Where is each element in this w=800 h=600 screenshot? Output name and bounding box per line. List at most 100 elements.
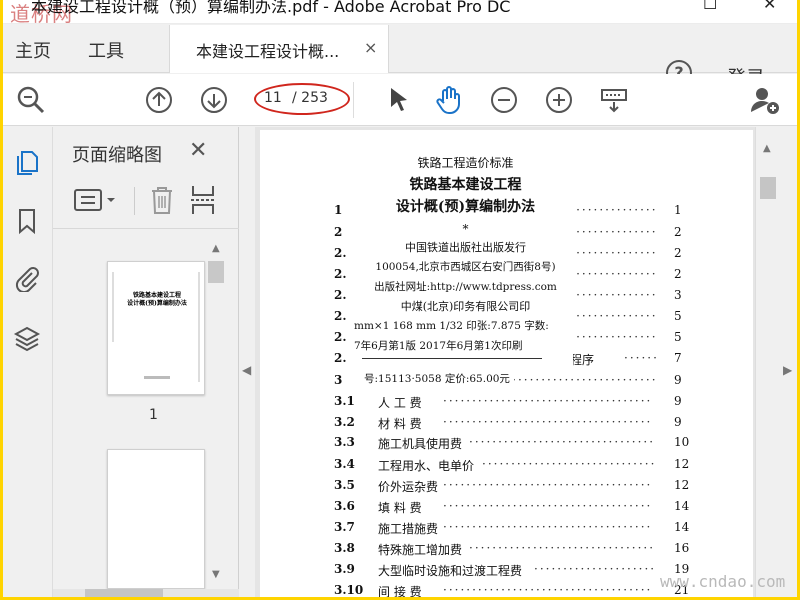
toc-label: 填 料 费 (378, 501, 422, 515)
select-arrow-icon[interactable] (383, 84, 415, 116)
toc-page: 14 (674, 499, 690, 513)
scroll-thumb[interactable] (208, 261, 224, 283)
toc-number: 3.5 (334, 478, 355, 492)
watermark-bottom: www.cndao.com (660, 572, 786, 591)
pages-icon[interactable] (13, 149, 41, 177)
attachment-icon[interactable] (13, 264, 41, 292)
restore-icon[interactable]: ☐ (703, 0, 717, 13)
pub-line-3: 设计概(预)算编制办法 (395, 199, 536, 215)
collapse-right-icon[interactable]: ▶ (783, 363, 792, 377)
page-up-icon[interactable] (143, 84, 175, 116)
toc-page: 12 (674, 478, 690, 492)
toolbar-divider (353, 82, 354, 118)
thumbnail-hscrollbar[interactable] (53, 589, 239, 597)
pub-line-11: 号:15113·5058 定价:65.00元 (364, 371, 514, 386)
toc-label: 施工措施费 (378, 522, 439, 536)
document-scrollbar[interactable]: ▲ (755, 127, 779, 597)
toc-page: 5 (674, 330, 682, 344)
toc-page: 3 (674, 288, 682, 302)
toc-number: 3.2 (334, 415, 355, 429)
thumb-label: 1 (149, 407, 158, 423)
menu-bar: 主页 工具 ? 登录 (3, 25, 797, 89)
toc-number: 2. (334, 288, 347, 302)
toc-page: 16 (674, 541, 690, 555)
pub-line-7: 出版社网址:http://www.tdpress.com (374, 281, 557, 293)
bookmark-icon[interactable] (13, 207, 41, 235)
hand-icon[interactable] (433, 84, 465, 116)
pub-line-10: 7年6月第1版 2017年6月第1次印刷 (354, 340, 523, 352)
toc-label: 大型临时设施和过渡工程费 (378, 564, 523, 578)
scroll-down-arrow-icon[interactable]: ▼ (212, 569, 220, 580)
toc-number: 3.8 (334, 541, 355, 555)
thumb-line-2: 设计概(预)算编制办法 (127, 300, 187, 307)
toc-leader: ····················· (534, 562, 657, 576)
toc-page: 2 (674, 225, 682, 239)
document-tab[interactable]: 本建设工程设计概... × (169, 25, 389, 73)
tab-close-icon[interactable]: × (364, 38, 377, 57)
thumbnail-panel: 页面缩略图 ✕ 铁路基本建设工程 设计概(预)算编制办法 1 ▲ ▼ (53, 127, 239, 597)
highlight-ring (254, 83, 350, 115)
toc-number: 2. (334, 246, 347, 260)
toc-leader: ······························ (482, 457, 657, 471)
toc-label: 程序 (570, 353, 595, 367)
toc-leader: ···································· (443, 583, 653, 597)
share-user-icon[interactable] (749, 84, 781, 116)
page-thumbnail-2[interactable] (107, 449, 205, 589)
toc-page: 10 (674, 435, 690, 449)
zoom-in-icon[interactable] (543, 84, 575, 116)
page-down-icon[interactable] (198, 84, 230, 116)
hscroll-thumb[interactable] (85, 589, 163, 597)
toc-label: 工程用水、电单价 (378, 459, 475, 473)
delete-page-icon[interactable] (149, 185, 175, 215)
toc-number: 2. (334, 267, 347, 281)
collapse-left-icon[interactable]: ◀ (242, 363, 251, 377)
toc-label: 施工机具使用费 (378, 437, 463, 451)
toc-leader: ···································· (443, 394, 653, 408)
toc-number: 2. (334, 330, 347, 344)
toc-page: 14 (674, 520, 690, 534)
title-bar: 道桥网 本建设工程设计概（预）算编制办法.pdf - Adobe Acrobat… (3, 0, 797, 26)
menu-tools[interactable]: 工具 (88, 37, 124, 63)
copyright-block: 铁路工程造价标准 铁路基本建设工程 设计概(预)算编制办法 * 中国铁道出版社出… (354, 132, 573, 372)
pub-line-1: 铁路工程造价标准 (417, 156, 514, 170)
toc-label: 材 料 费 (378, 417, 422, 431)
page-thumbnail-1[interactable]: 铁路基本建设工程 设计概(预)算编制办法 (107, 261, 205, 395)
collapse-left-panel[interactable]: ◀ (239, 127, 255, 597)
tools-divider (134, 187, 135, 215)
page-indicator: 11 / 253 (254, 83, 350, 115)
collapse-right-panel[interactable]: ▶ (779, 127, 797, 597)
toc-page: 9 (674, 373, 682, 387)
scroll-mode-icon[interactable] (598, 84, 630, 116)
scroll-up-arrow-icon[interactable]: ▲ (212, 243, 220, 254)
toc-leader: ···································· (443, 478, 653, 492)
thumb-spine-text (198, 272, 200, 382)
zoom-out-icon[interactable] (488, 84, 520, 116)
close-window-icon[interactable]: ✕ (763, 0, 776, 13)
document-view[interactable]: 1···································12··… (255, 127, 755, 597)
toc-page: 12 (674, 457, 690, 471)
pdf-page: 1···································12··… (260, 130, 753, 597)
toc-page: 9 (674, 415, 682, 429)
toc-leader: ···································· (443, 415, 653, 429)
doc-scroll-thumb[interactable] (760, 177, 776, 199)
pub-line-2: 铁路基本建设工程 (409, 177, 522, 193)
toc-page: 2 (674, 267, 682, 281)
search-icon[interactable] (15, 84, 47, 116)
toc-number: 3.1 (334, 394, 355, 408)
toolbar: 11 / 253 (3, 74, 797, 126)
tab-title: 本建设工程设计概... (196, 42, 340, 61)
thumbnail-options-icon[interactable] (73, 188, 121, 214)
panel-close-icon[interactable]: ✕ (189, 138, 207, 163)
doc-scroll-up-icon[interactable]: ▲ (763, 143, 771, 154)
layers-icon[interactable] (13, 324, 41, 352)
pub-rule (362, 358, 542, 359)
left-rail (3, 127, 53, 597)
toc-number: 3.7 (334, 520, 355, 534)
acrobat-window: 道桥网 本建设工程设计概（预）算编制办法.pdf - Adobe Acrobat… (3, 0, 797, 597)
menu-home[interactable]: 主页 (15, 37, 51, 63)
thumbnail-list: 铁路基本建设工程 设计概(预)算编制办法 1 (57, 239, 225, 594)
thumbnail-scrollbar[interactable]: ▲ ▼ (207, 239, 225, 585)
toc-number: 3.10 (334, 583, 364, 597)
extract-page-icon[interactable] (189, 183, 217, 217)
toc-number: 3 (334, 373, 343, 387)
